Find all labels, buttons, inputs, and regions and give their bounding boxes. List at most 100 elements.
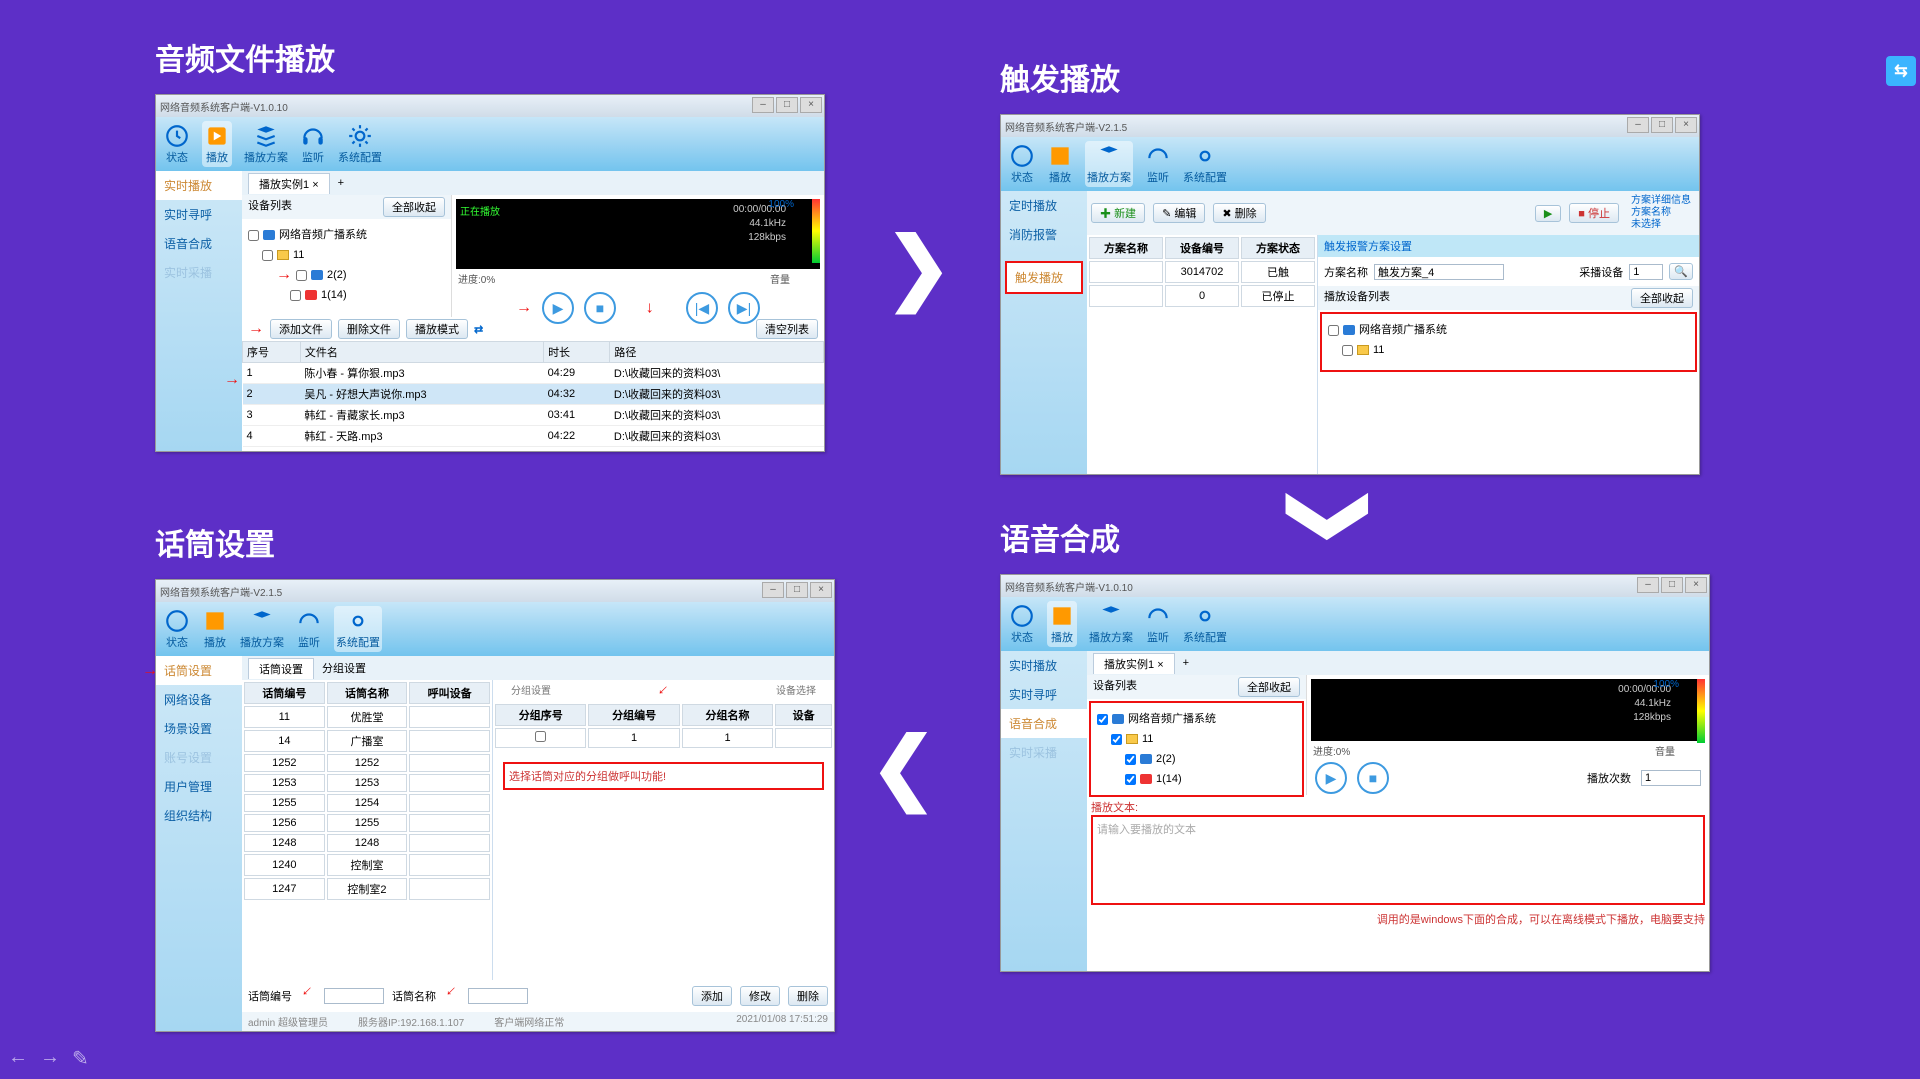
tab-instance1[interactable]: 播放实例1 × — [1093, 653, 1175, 674]
tab-close-icon[interactable]: × — [312, 179, 318, 191]
table-row[interactable]: 1240控制室 — [244, 854, 490, 876]
ck-s1[interactable] — [1125, 754, 1136, 765]
micnum-input[interactable] — [324, 988, 384, 1004]
table-row[interactable]: 12551254 — [244, 794, 490, 812]
menu-mic[interactable]: 话筒设置 — [156, 656, 242, 685]
tb-play[interactable]: 播放 — [202, 121, 232, 167]
ck-g1[interactable] — [262, 250, 273, 261]
nav-next-icon[interactable]: → — [40, 1046, 60, 1071]
table-row[interactable]: 0已停止 — [1089, 285, 1315, 307]
menu-tts[interactable]: 语音合成 — [156, 229, 242, 258]
tb-status[interactable]: 状态 — [164, 608, 190, 650]
ck-root[interactable] — [1328, 325, 1339, 336]
tb-status[interactable]: 状态 — [164, 123, 190, 165]
expand-all-button[interactable]: 全部收起 — [1238, 677, 1300, 697]
play-button[interactable]: ▶ — [1315, 762, 1347, 794]
search-icon[interactable]: 🔍 — [1669, 263, 1693, 280]
next-button[interactable]: ▶| — [728, 292, 760, 324]
tb-monitor[interactable]: 监听 — [300, 123, 326, 165]
close-button[interactable]: × — [1675, 117, 1697, 133]
tb-plan[interactable]: 播放方案 — [240, 608, 284, 650]
ck-root[interactable] — [1097, 714, 1108, 725]
ck-g1[interactable] — [1111, 734, 1122, 745]
volume-bar[interactable] — [812, 199, 820, 263]
menu-realtime-play[interactable]: 实时播放 — [1001, 651, 1087, 680]
menu-fire[interactable]: 消防报警 — [1001, 220, 1087, 249]
del-file-button[interactable]: 删除文件 — [338, 319, 400, 339]
maximize-button[interactable]: □ — [776, 97, 798, 113]
tb-status[interactable]: 状态 — [1009, 143, 1035, 185]
menu-realtime-page[interactable]: 实时寻呼 — [156, 200, 242, 229]
tab-add-button[interactable]: + — [1183, 657, 1189, 669]
tb-monitor[interactable]: 监听 — [296, 608, 322, 650]
ck-s2[interactable] — [290, 290, 301, 301]
menu-capture[interactable]: 实时采播 — [156, 258, 242, 287]
mod-button[interactable]: 修改 — [740, 986, 780, 1006]
minimize-button[interactable]: – — [752, 97, 774, 113]
tts-text-input[interactable]: 请输入要播放的文本 — [1091, 815, 1705, 905]
menu-netdev[interactable]: 网络设备 — [156, 685, 242, 714]
menu-tts[interactable]: 语音合成 — [1001, 709, 1087, 738]
table-row[interactable]: 1247控制室2 — [244, 878, 490, 900]
play-button[interactable]: ▶ — [542, 292, 574, 324]
table-row[interactable]: 3014702已触 — [1089, 261, 1315, 283]
maximize-button[interactable]: □ — [1651, 117, 1673, 133]
nav-pen-icon[interactable]: ✎ — [72, 1046, 89, 1071]
prev-button[interactable]: |◀ — [686, 292, 718, 324]
table-row[interactable]: 12521252 — [244, 754, 490, 772]
tb-config[interactable]: 系统配置 — [334, 606, 382, 652]
volume-bar[interactable] — [1697, 679, 1705, 743]
micname-input[interactable] — [468, 988, 528, 1004]
maximize-button[interactable]: □ — [786, 582, 808, 598]
plan-name-input[interactable] — [1374, 264, 1504, 280]
close-button[interactable]: × — [800, 97, 822, 113]
tb-config[interactable]: 系统配置 — [1183, 143, 1227, 185]
menu-realtime-play[interactable]: 实时播放 — [156, 171, 242, 200]
maximize-button[interactable]: □ — [1661, 577, 1683, 593]
close-button[interactable]: × — [810, 582, 832, 598]
subtab-mic[interactable]: 话筒设置 — [248, 658, 314, 679]
menu-timed[interactable]: 定时播放 — [1001, 191, 1087, 220]
edit-button[interactable]: ✎ 编辑 — [1153, 203, 1205, 223]
table-row[interactable]: 11 — [495, 728, 832, 748]
stop-button[interactable]: ■ — [584, 292, 616, 324]
subtab-group[interactable]: 分组设置 — [322, 660, 366, 676]
rec-input[interactable] — [1629, 264, 1663, 280]
table-row[interactable]: 12481248 — [244, 834, 490, 852]
menu-trigger[interactable]: 触发播放 — [1005, 261, 1083, 294]
tb-plan[interactable]: 播放方案 — [1089, 603, 1133, 645]
add-button[interactable]: 添加 — [692, 986, 732, 1006]
ck-g1[interactable] — [1342, 345, 1353, 356]
ck-s1[interactable] — [296, 270, 307, 281]
tb-plan[interactable]: 播放方案 — [244, 123, 288, 165]
repeat-input[interactable] — [1641, 770, 1701, 786]
menu-org[interactable]: 组织结构 — [156, 801, 242, 830]
menu-scene[interactable]: 场景设置 — [156, 714, 242, 743]
tb-monitor[interactable]: 监听 — [1145, 143, 1171, 185]
tb-play[interactable]: 播放 — [1047, 143, 1073, 185]
minimize-button[interactable]: – — [762, 582, 784, 598]
tab-close-icon[interactable]: × — [1157, 659, 1163, 671]
ck-s2[interactable] — [1125, 774, 1136, 785]
table-row[interactable]: 11优胜堂 — [244, 706, 490, 728]
tb-config[interactable]: 系统配置 — [1183, 603, 1227, 645]
ck-grp[interactable] — [535, 731, 546, 742]
tb-config[interactable]: 系统配置 — [338, 123, 382, 165]
menu-user[interactable]: 用户管理 — [156, 772, 242, 801]
stop-button[interactable]: ■ 停止 — [1569, 203, 1619, 223]
table-row[interactable]: 3韩红 - 青藏家长.mp303:41D:\收藏回来的资料03\ — [243, 405, 824, 426]
del-button[interactable]: 删除 — [788, 986, 828, 1006]
tb-play[interactable]: 播放 — [202, 608, 228, 650]
expand-all-button[interactable]: 全部收起 — [383, 197, 445, 217]
nav-prev-icon[interactable]: ← — [8, 1046, 28, 1071]
tb-monitor[interactable]: 监听 — [1145, 603, 1171, 645]
stop-button[interactable]: ■ — [1357, 762, 1389, 794]
expand-all-button[interactable]: 全部收起 — [1631, 288, 1693, 308]
share-icon[interactable]: ⇆ — [1886, 56, 1916, 86]
new-button[interactable]: ✚ 新建 — [1091, 203, 1145, 223]
ck-root[interactable] — [248, 230, 259, 241]
minimize-button[interactable]: – — [1627, 117, 1649, 133]
add-file-button[interactable]: 添加文件 — [270, 319, 332, 339]
play-button[interactable]: ▶ — [1535, 205, 1561, 222]
table-row[interactable]: 14广播室 — [244, 730, 490, 752]
